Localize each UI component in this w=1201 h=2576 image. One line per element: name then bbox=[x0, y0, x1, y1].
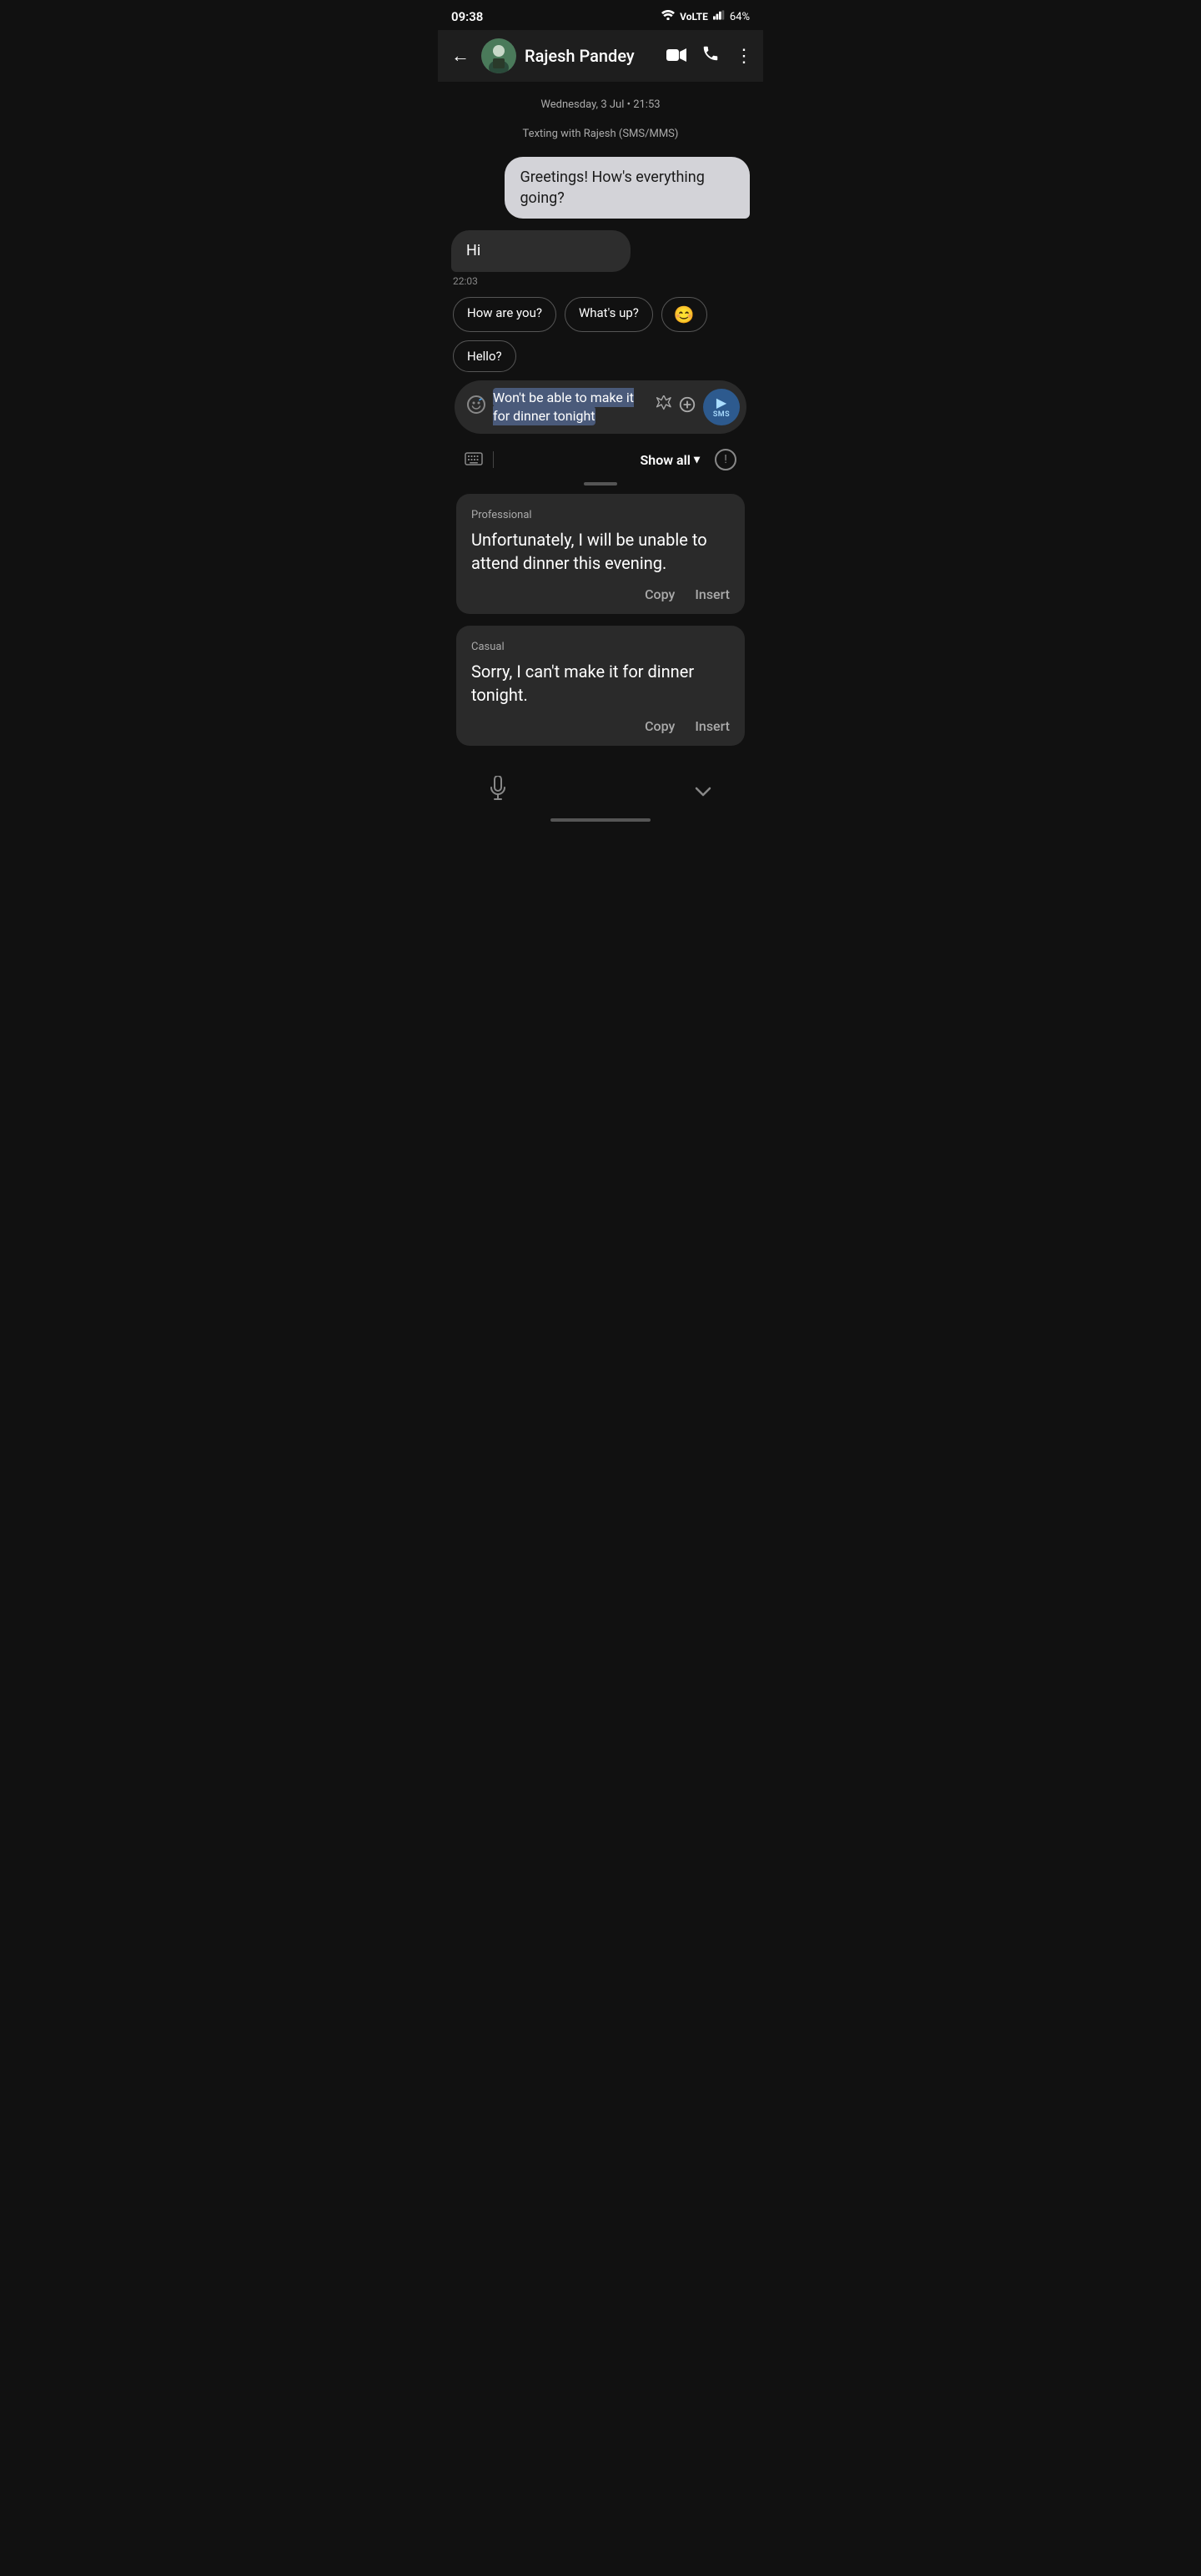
suggestion-card-0: Professional Unfortunately, I will be un… bbox=[456, 494, 745, 614]
suggestion-insert-0[interactable]: Insert bbox=[695, 586, 730, 602]
sms-info: Texting with Rajesh (SMS/MMS) bbox=[451, 128, 750, 140]
suggestion-text-0: Unfortunately, I will be unable to atten… bbox=[471, 528, 730, 575]
info-icon[interactable]: ! bbox=[715, 449, 736, 470]
send-button[interactable]: ▶ SMS bbox=[703, 389, 740, 425]
bottom-nav bbox=[438, 766, 763, 813]
smart-reply-3[interactable]: Hello? bbox=[453, 340, 516, 372]
contact-name: Rajesh Pandey bbox=[525, 46, 658, 66]
app-bar: ← Rajesh Pandey ⋮ bbox=[438, 30, 763, 82]
ai-rewrite-button[interactable] bbox=[653, 395, 671, 418]
highlighted-text: Won't be able to make itfor dinner tonig… bbox=[493, 388, 634, 425]
toolbar-separator bbox=[493, 451, 494, 468]
status-icons: VoLTE 64% bbox=[661, 10, 750, 23]
bars-icon bbox=[713, 10, 725, 23]
voice-call-icon[interactable] bbox=[701, 44, 720, 68]
app-bar-actions: ⋮ bbox=[666, 44, 753, 68]
smart-reply-2[interactable]: 😊 bbox=[661, 297, 707, 332]
message-input[interactable]: Won't be able to make itfor dinner tonig… bbox=[493, 389, 646, 426]
smart-reply-0[interactable]: How are you? bbox=[453, 297, 556, 332]
show-all-chevron-icon: ▾ bbox=[694, 453, 700, 466]
keyboard-icon[interactable] bbox=[465, 450, 483, 470]
date-label: Wednesday, 3 Jul • 21:53 bbox=[451, 98, 750, 111]
home-indicator bbox=[550, 818, 651, 822]
wifi-icon bbox=[661, 10, 675, 23]
show-all-label: Show all bbox=[641, 452, 691, 468]
video-call-icon[interactable] bbox=[666, 46, 686, 67]
suggestion-card-1: Casual Sorry, I can't make it for dinner… bbox=[456, 626, 745, 746]
attach-button[interactable] bbox=[678, 395, 696, 419]
suggestion-copy-0[interactable]: Copy bbox=[645, 586, 675, 602]
drag-handle bbox=[584, 482, 617, 486]
show-all-button[interactable]: Show all ▾ bbox=[641, 452, 700, 468]
incoming-bubble[interactable]: Hi bbox=[451, 230, 631, 271]
emoji-button[interactable] bbox=[466, 395, 486, 420]
suggestion-copy-1[interactable]: Copy bbox=[645, 718, 675, 734]
avatar bbox=[481, 38, 516, 73]
smart-reply-1[interactable]: What's up? bbox=[565, 297, 653, 332]
outgoing-bubble[interactable]: Greetings! How's everything going? bbox=[505, 157, 750, 219]
send-label: SMS bbox=[713, 410, 730, 419]
smart-replies: How are you? What's up? 😊 Hello? bbox=[451, 297, 750, 372]
status-time: 09:38 bbox=[451, 9, 483, 24]
input-bar: Won't be able to make itfor dinner tonig… bbox=[455, 380, 746, 435]
more-options-icon[interactable]: ⋮ bbox=[735, 46, 753, 67]
suggestion-category-1: Casual bbox=[471, 641, 730, 653]
messages-area: Wednesday, 3 Jul • 21:53 Texting with Ra… bbox=[438, 82, 763, 766]
incoming-message: Hi 22:03 bbox=[451, 230, 750, 286]
outgoing-message: Greetings! How's everything going? bbox=[451, 157, 750, 219]
status-bar: 09:38 VoLTE 64% bbox=[438, 0, 763, 30]
battery-icon: 64% bbox=[730, 11, 750, 23]
back-button[interactable]: ← bbox=[448, 42, 473, 70]
chevron-down-icon[interactable] bbox=[693, 779, 713, 804]
suggestion-actions-1: Copy Insert bbox=[471, 718, 730, 734]
message-timestamp: 22:03 bbox=[451, 275, 750, 287]
toolbar-row: Show all ▾ ! bbox=[451, 442, 750, 477]
suggestion-insert-1[interactable]: Insert bbox=[695, 718, 730, 734]
signal-icon: VoLTE bbox=[680, 11, 708, 23]
microphone-icon[interactable] bbox=[488, 776, 508, 807]
suggestion-text-1: Sorry, I can't make it for dinner tonigh… bbox=[471, 660, 730, 707]
suggestion-actions-0: Copy Insert bbox=[471, 586, 730, 602]
send-icon: ▶ bbox=[716, 395, 726, 410]
suggestion-category-0: Professional bbox=[471, 509, 730, 521]
